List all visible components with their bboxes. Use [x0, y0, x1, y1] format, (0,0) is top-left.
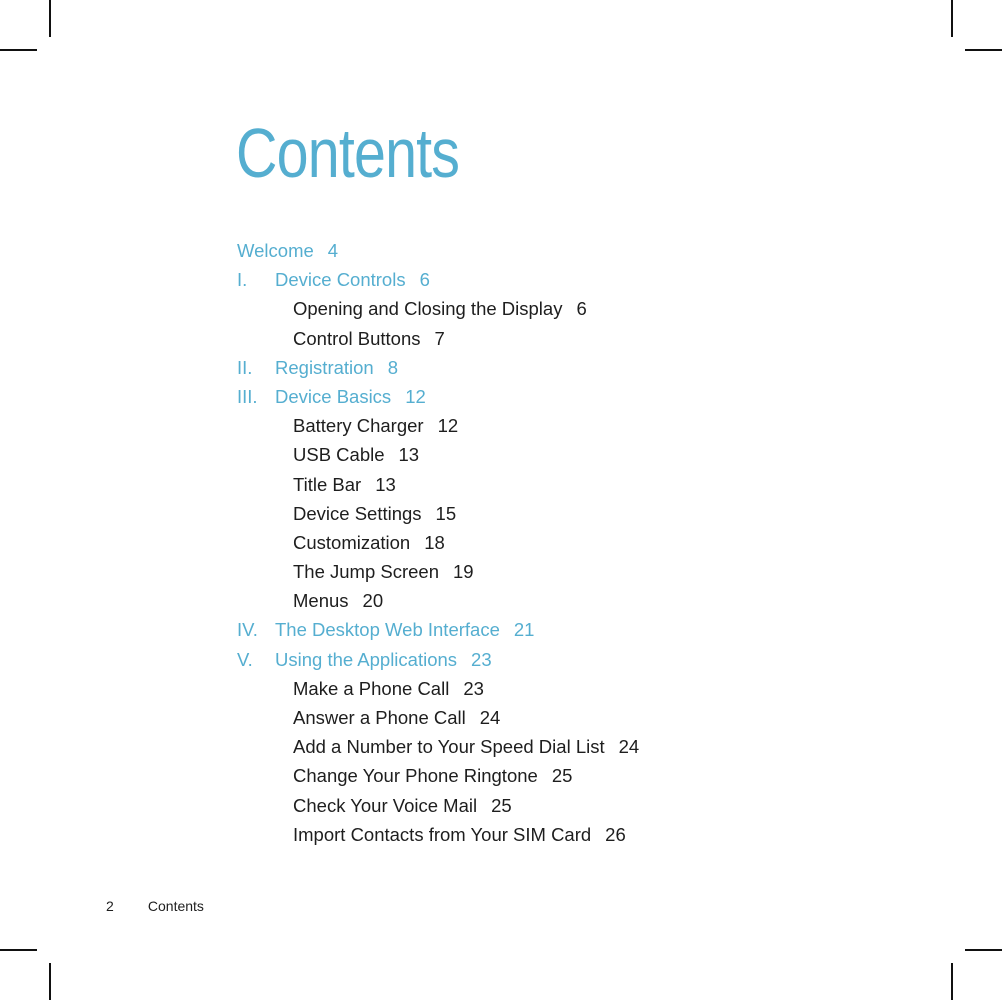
toc-chapter-entry[interactable]: Welcome 4	[237, 236, 937, 265]
crop-mark-top-right-vertical	[951, 0, 953, 37]
crop-mark-bottom-left-vertical	[49, 963, 51, 1000]
entry-title: Menus	[293, 590, 349, 612]
crop-mark-top-left-vertical	[49, 0, 51, 37]
footer-section-title: Contents	[147, 898, 204, 914]
entry-page-number: 8	[387, 356, 399, 378]
toc-section-entry[interactable]: Make a Phone Call 23	[237, 674, 937, 703]
entry-title: Using the Applications	[275, 648, 458, 670]
toc-section-entry[interactable]: USB Cable 13	[237, 440, 937, 469]
toc-section-entry[interactable]: Title Bar 13	[237, 470, 937, 499]
entry-page-number: 24	[618, 736, 640, 758]
table-of-contents: Welcome 4 I. Device Controls 6 Opening and Cl…	[237, 236, 937, 849]
toc-section-entry[interactable]: Customization 18	[237, 528, 937, 557]
entry-page-number: 13	[375, 473, 396, 495]
entry-title: USB Cable	[293, 444, 385, 466]
entry-title: Title Bar	[293, 473, 362, 495]
entry-title: Change Your Phone Ringtone	[293, 765, 538, 787]
entry-page-number: 23	[463, 677, 484, 699]
toc-chapter-entry[interactable]: I. Device Controls 6	[237, 265, 937, 294]
toc-section-entry[interactable]: Add a Number to Your Speed Dial List 24	[237, 732, 937, 761]
entry-page-number: 6	[419, 269, 430, 291]
crop-mark-top-right-horizontal	[965, 49, 1002, 51]
chapter-number: I.	[237, 269, 248, 291]
entry-title: Add a Number to Your Speed Dial List	[293, 736, 605, 758]
toc-section-entry[interactable]: Control Buttons 7	[237, 324, 937, 353]
entry-page-number: 4	[327, 240, 339, 261]
entry-title: Answer a Phone Call	[293, 707, 466, 728]
entry-page-number: 15	[435, 502, 457, 524]
entry-page-number: 7	[434, 327, 445, 349]
entry-title: Battery Charger	[293, 415, 424, 437]
chapter-number: V.	[237, 648, 253, 670]
crop-mark-bottom-right-vertical	[951, 963, 953, 1000]
toc-chapter-entry[interactable]: II. Registration 8	[237, 353, 937, 382]
footer-page-number: 2	[106, 898, 114, 914]
entry-title: The Jump Screen	[293, 561, 440, 583]
toc-chapter-entry[interactable]: IV. The Desktop Web Interface 21	[237, 615, 937, 644]
entry-title: Customization	[293, 531, 411, 553]
toc-section-entry[interactable]: Answer a Phone Call 24	[237, 703, 937, 732]
page-footer: 2 Contents	[106, 898, 204, 914]
chapter-number: IV.	[237, 619, 258, 641]
entry-title: Make a Phone Call	[293, 677, 450, 699]
entry-page-number: 6	[576, 298, 587, 320]
page-title: Contents	[236, 114, 460, 192]
toc-section-entry[interactable]: Opening and Closing the Display 6	[237, 294, 937, 323]
entry-page-number: 12	[405, 385, 426, 407]
toc-section-entry[interactable]: Import Contacts from Your SIM Card 26	[237, 820, 937, 849]
entry-title: Import Contacts from Your SIM Card	[293, 823, 592, 845]
toc-section-entry[interactable]: The Jump Screen 19	[237, 557, 937, 586]
toc-chapter-entry[interactable]: V. Using the Applications 23	[237, 645, 937, 674]
entry-title: Device Settings	[293, 502, 422, 524]
entry-page-number: 25	[551, 765, 573, 787]
entry-page-number: 24	[479, 707, 501, 728]
entry-title: Check Your Voice Mail	[293, 794, 478, 816]
entry-title: Welcome	[237, 240, 314, 261]
toc-section-entry[interactable]: Menus 20	[237, 586, 937, 615]
crop-mark-bottom-left-horizontal	[0, 949, 37, 951]
entry-page-number: 13	[398, 444, 420, 466]
entry-title: The Desktop Web Interface	[275, 619, 500, 641]
chapter-number: II.	[237, 356, 253, 378]
entry-title: Registration	[275, 356, 374, 378]
entry-title: Device Basics	[275, 385, 392, 407]
entry-page-number: 19	[453, 561, 474, 583]
entry-page-number: 23	[471, 648, 492, 670]
entry-page-number: 18	[424, 531, 445, 553]
entry-page-number: 20	[362, 590, 384, 612]
toc-section-entry[interactable]: Check Your Voice Mail 25	[237, 791, 937, 820]
chapter-number: III.	[237, 385, 258, 407]
toc-chapter-entry[interactable]: III. Device Basics 12	[237, 382, 937, 411]
crop-mark-bottom-right-horizontal	[965, 949, 1002, 951]
entry-page-number: 12	[437, 415, 459, 437]
entry-page-number: 26	[605, 823, 626, 845]
toc-section-entry[interactable]: Change Your Phone Ringtone 25	[237, 761, 937, 790]
entry-title: Control Buttons	[293, 327, 421, 349]
entry-title: Device Controls	[275, 269, 406, 291]
toc-section-entry[interactable]: Device Settings 15	[237, 499, 937, 528]
toc-section-entry[interactable]: Battery Charger 12	[237, 411, 937, 440]
entry-title: Opening and Closing the Display	[293, 298, 563, 320]
entry-page-number: 21	[513, 619, 535, 641]
entry-page-number: 25	[491, 794, 512, 816]
crop-mark-top-left-horizontal	[0, 49, 37, 51]
